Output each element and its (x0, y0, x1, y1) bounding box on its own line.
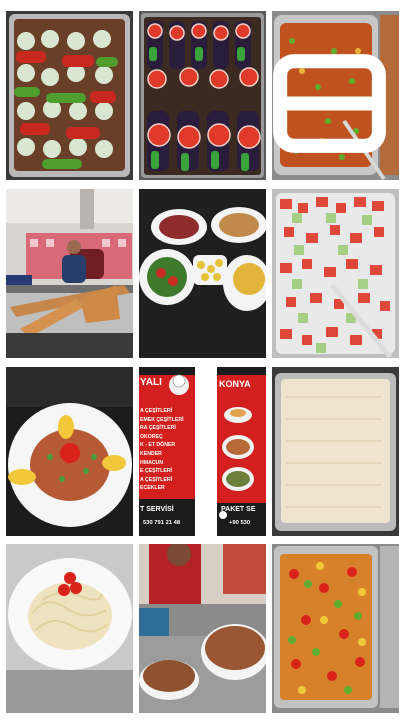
photo-table-dishes[interactable] (139, 189, 266, 358)
photo-carpaccio-plate[interactable] (6, 367, 133, 536)
banner-menu-item: A ÇEŞİTLERİ (140, 408, 173, 414)
banner-menu-item: EMEK ÇEŞİTLERİ (140, 416, 184, 423)
photo-stew-tray[interactable] (272, 11, 399, 180)
banner-menu-item: HMACUN (140, 459, 164, 466)
banner-menu-item: KENDER (140, 450, 162, 457)
banner-menu-item: RA ÇEŞİTLERİ (140, 425, 176, 432)
banner-menu-item: A ÇEŞİTLERİ (140, 476, 173, 483)
photo-stuffed-peppers-tray[interactable] (6, 11, 133, 180)
banner-right-phone: +90 530 (229, 520, 251, 526)
photo-gallery-grid: YALI KONYA A ÇEŞİTLERİ EMEK ÇEŞİTLERİ RA… (6, 11, 399, 713)
photo-chef-oven-lahmacun[interactable] (6, 189, 133, 358)
banner-menu-item: OKOREÇ (140, 433, 163, 440)
banner-left-service: T SERVİSİ (140, 506, 174, 513)
banner-menu-list: A ÇEŞİTLERİ EMEK ÇEŞİTLERİ RA ÇEŞİTLERİ … (140, 407, 192, 493)
menu-banner[interactable]: YALI KONYA A ÇEŞİTLERİ EMEK ÇEŞİTLERİ RA… (139, 367, 266, 536)
photo-mode-icon[interactable] (272, 19, 393, 180)
photo-tomato-cucumber-salad[interactable] (272, 189, 399, 358)
banner-left-phone: 530 791 21 48 (143, 520, 181, 526)
photo-lahmacun-stack[interactable] (139, 544, 266, 713)
banner-right-service: PAKET SE (221, 506, 256, 513)
photo-rice-pilaf-tray[interactable] (272, 367, 399, 536)
photo-pasta-plate[interactable] (6, 544, 133, 713)
banner-right-title: KONYA (219, 379, 251, 389)
banner-menu-item: ECEKLER (140, 485, 165, 492)
banner-menu-item: K - ET DÖNER (140, 442, 176, 449)
photo-eggplant-kebab-tray[interactable] (139, 11, 266, 180)
banner-left-title: YALI (140, 377, 162, 388)
photo-vegetable-stew-tray[interactable] (272, 544, 399, 713)
banner-menu-item: E ÇEŞİTLERİ (140, 468, 172, 475)
